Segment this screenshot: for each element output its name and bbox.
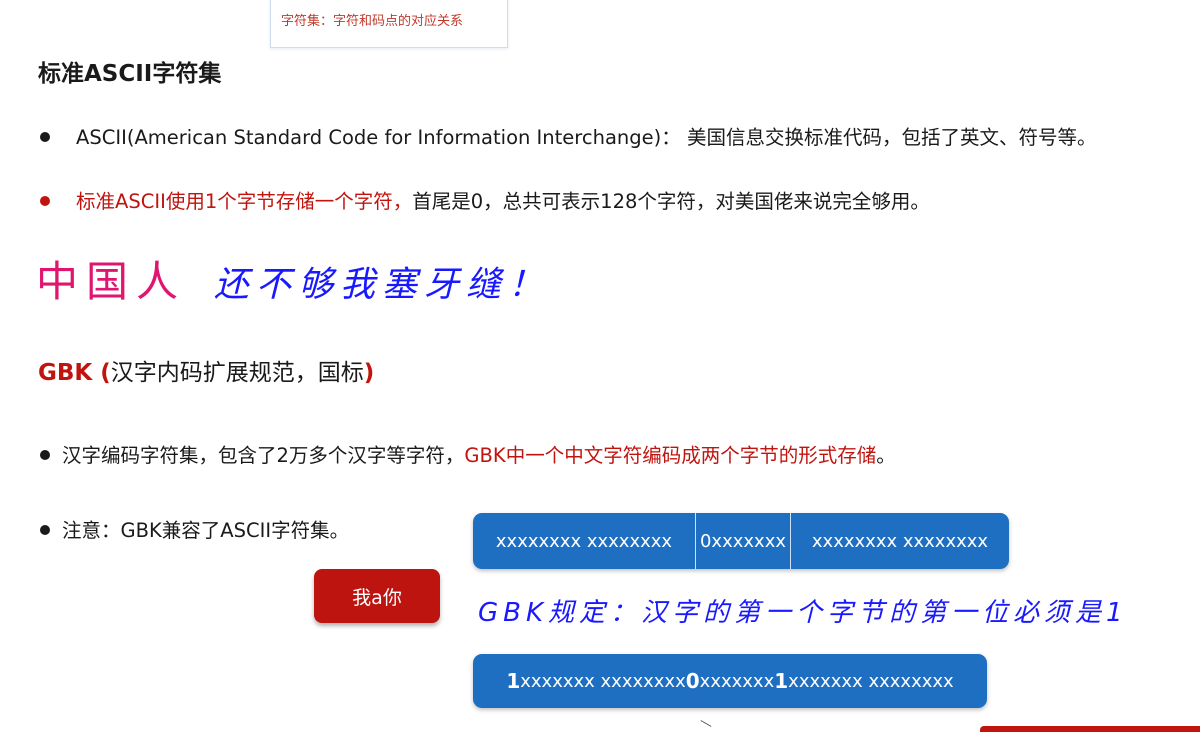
bullet-dot-icon	[40, 195, 50, 206]
ascii-bullet-2-highlight: 标准ASCII使用1个字节存储一个字符，	[76, 190, 413, 213]
top-note-text: 字符集：字符和码点的对应关系	[281, 14, 464, 29]
ascii-bullet-2: 标准ASCII使用1个字节存储一个字符，首尾是0，总共可表示128个字符，对美国…	[40, 185, 930, 214]
gbk-bullet-1-highlight: GBK中一个中文字符编码成两个字节的形式存储	[464, 444, 877, 467]
bit-lead-1: 1	[506, 669, 521, 693]
bit-segment-2: 0xxxxxxx	[695, 513, 791, 569]
bit-part-3: xxxxxxx xxxxxxxx	[788, 670, 954, 692]
bullet-dot-icon	[40, 449, 50, 460]
example-string-label: 我a你	[352, 586, 402, 609]
handwriting-pink: 中国人	[36, 257, 187, 306]
gbk-title-open-paren: (	[100, 360, 111, 386]
top-note-card: 字符集：字符和码点的对应关系	[270, 0, 508, 48]
gbk-bullet-1: 汉字编码字符集，包含了2万多个汉字等字符，GBK中一个中文字符编码成两个字节的形…	[40, 439, 896, 468]
gbk-rule-handwriting: GBK规定：汉字的第一个字节的第一位必须是1	[478, 598, 1128, 628]
bullet-dot-icon	[40, 524, 50, 535]
corner-red-bar	[980, 726, 1200, 732]
bit-pattern-box-ascii-mixed: xxxxxxxx xxxxxxxx 0xxxxxxx xxxxxxxx xxxx…	[473, 513, 1009, 569]
bit-lead-3: 1	[774, 669, 789, 693]
ascii-section-title: 标准ASCII字符集	[38, 61, 222, 87]
bit-part-1: xxxxxxx xxxxxxxx	[520, 670, 686, 692]
bit-part-2: xxxxxxx	[699, 670, 775, 692]
handwriting-line: 中国人 还不够我塞牙缝！	[36, 248, 550, 309]
gbk-bullet-1-suffix: 。	[876, 444, 896, 467]
bit-lead-2: 0	[685, 669, 700, 693]
handwriting-blue: 还不够我塞牙缝！	[214, 265, 551, 305]
gbk-title-close-paren: )	[363, 360, 375, 386]
ascii-bullet-1: ASCII(American Standard Code for Informa…	[40, 121, 1096, 150]
example-string-button[interactable]: 我a你	[314, 569, 440, 623]
gbk-title-text: 汉字内码扩展规范，国标	[110, 360, 364, 386]
bit-segment-1: xxxxxxxx xxxxxxxx	[495, 530, 673, 552]
gbk-section-title: GBK (汉字内码扩展规范，国标)	[38, 353, 374, 387]
gbk-bullet-2: 注意：GBK兼容了ASCII字符集。	[40, 514, 349, 543]
gbk-bullet-1-prefix: 汉字编码字符集，包含了2万多个汉字等字符，	[62, 444, 465, 467]
gbk-title-bold: GBK	[38, 360, 93, 386]
cursor-mark	[700, 720, 712, 727]
gbk-bullet-2-text: 注意：GBK兼容了ASCII字符集。	[62, 519, 350, 542]
ascii-bullet-2-text: 首尾是0，总共可表示128个字符，对美国佬来说完全够用。	[412, 190, 930, 213]
bit-segment-3: xxxxxxxx xxxxxxxx	[811, 530, 989, 552]
ascii-bullet-1-text: ASCII(American Standard Code for Informa…	[76, 126, 1097, 149]
bit-pattern-box-gbk: 1 xxxxxxx xxxxxxxx 0 xxxxxxx 1 xxxxxxx xxxx…	[473, 654, 987, 708]
bullet-dot-icon	[40, 131, 50, 142]
